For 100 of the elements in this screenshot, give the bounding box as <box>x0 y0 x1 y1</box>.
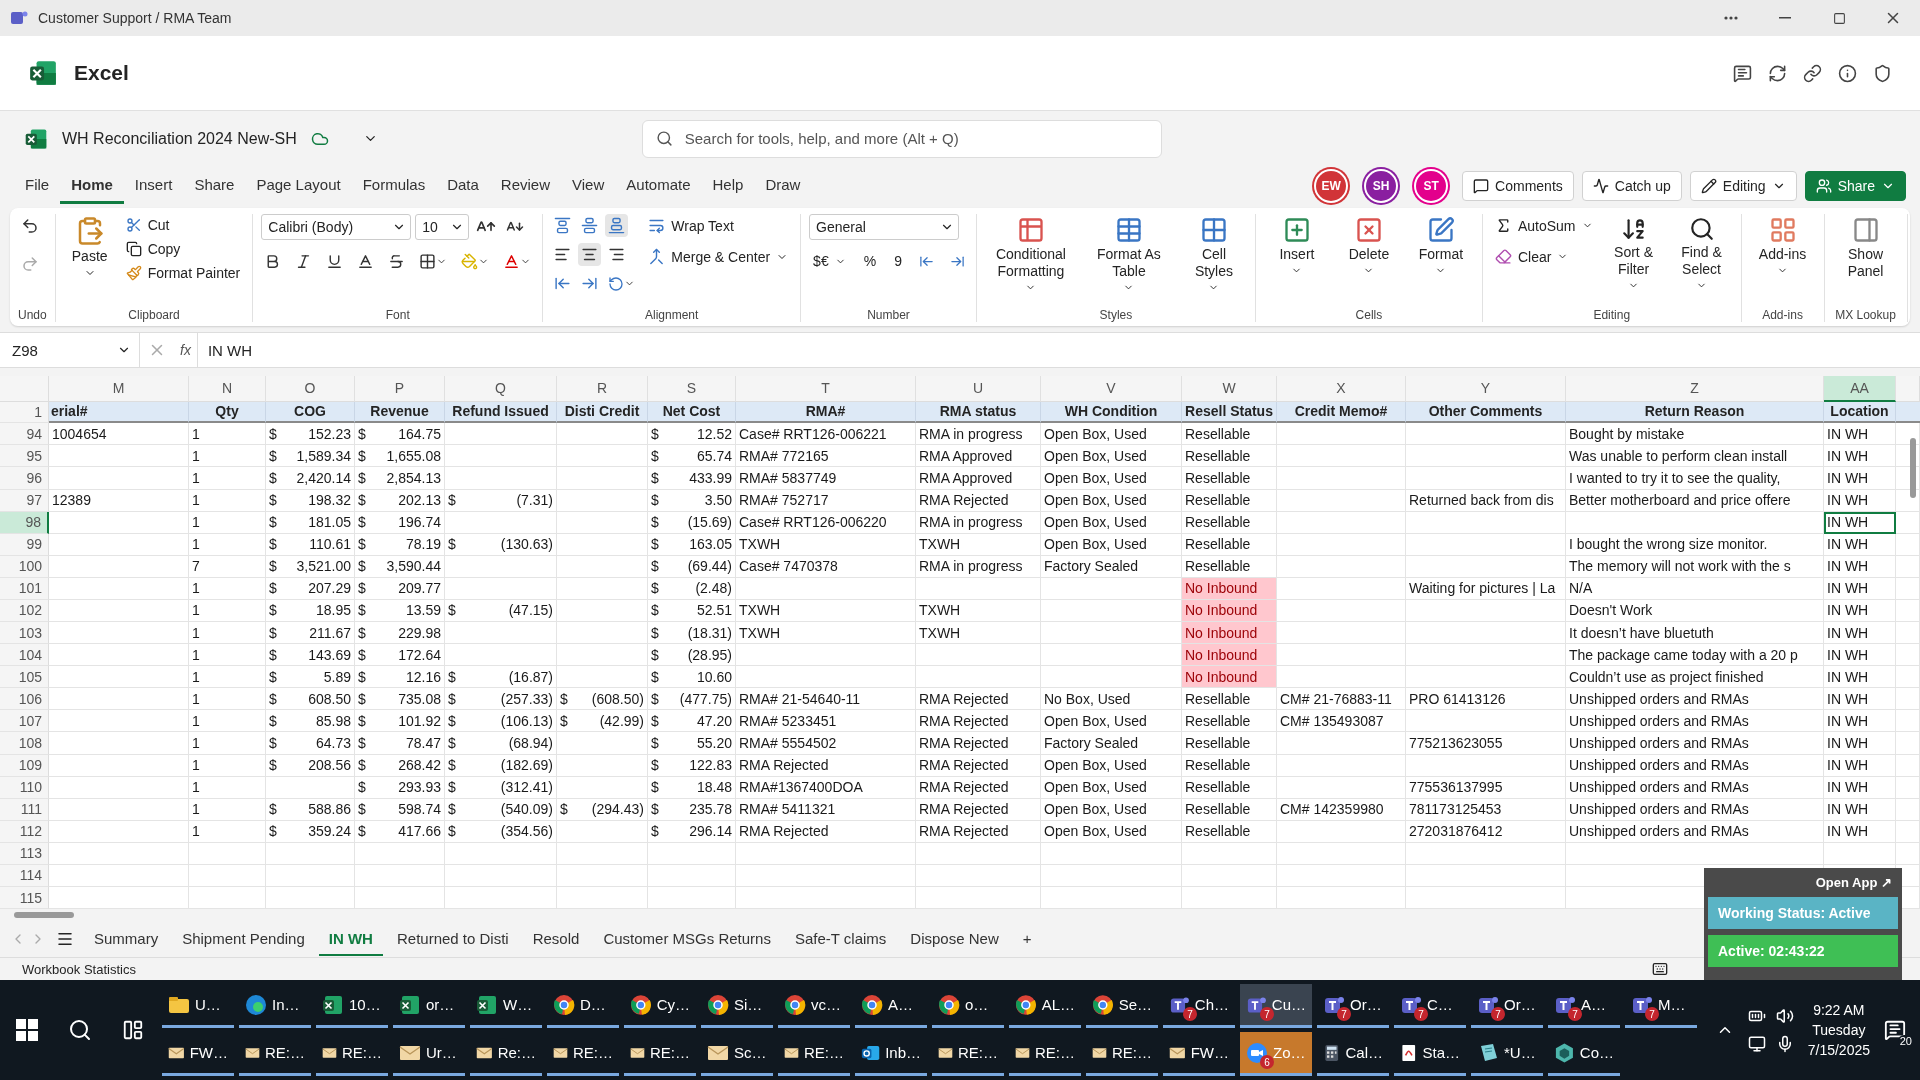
currency-button[interactable]: $€ <box>809 250 850 272</box>
column-header[interactable]: R <box>557 376 648 402</box>
shield-icon[interactable] <box>1873 63 1892 83</box>
find-select-button[interactable]: Find & Select <box>1670 214 1733 293</box>
sort-filter-button[interactable]: Sort & Filter <box>1602 214 1665 293</box>
percent-button[interactable]: % <box>859 250 881 272</box>
menu-tab[interactable]: Page Layout <box>245 168 352 204</box>
clear-button[interactable]: Clear <box>1490 245 1597 268</box>
taskbar-button[interactable]: RE:… <box>1009 1032 1081 1076</box>
row-number[interactable]: 106 <box>0 688 49 711</box>
row-number[interactable]: 113 <box>0 842 49 865</box>
merge-center-button[interactable]: Merge & Center <box>644 245 793 268</box>
function-button[interactable]: fx <box>174 342 197 358</box>
align-center-button[interactable] <box>578 243 602 266</box>
row-number[interactable]: 104 <box>0 644 49 667</box>
column-header[interactable]: T <box>736 376 916 402</box>
user-avatar[interactable]: ST <box>1416 171 1447 201</box>
column-header[interactable]: Y <box>1406 376 1566 402</box>
clock-day[interactable]: Tuesday <box>1812 1022 1866 1038</box>
autosum-button[interactable]: AutoSum <box>1490 214 1597 237</box>
taskbar-button[interactable]: U… <box>162 984 234 1028</box>
taskbar-button[interactable]: RE:… <box>316 1032 388 1076</box>
taskbar-button[interactable]: C… 7 <box>1394 984 1466 1028</box>
taskbar-button[interactable]: Se… <box>1086 984 1158 1028</box>
row-number[interactable]: 108 <box>0 732 49 755</box>
sheet-tab[interactable]: Safe-T claims <box>784 922 897 956</box>
sheet-tab[interactable]: Returned to Disti <box>386 922 519 956</box>
number-format-dropdown[interactable]: General <box>809 214 960 240</box>
clock-date[interactable]: 7/15/2025 <box>1807 1042 1870 1058</box>
menu-tab[interactable]: File <box>14 168 61 204</box>
row-number[interactable]: 105 <box>0 666 49 689</box>
copy-button[interactable]: Copy <box>121 238 245 260</box>
taskbar-button[interactable]: Cy… <box>624 984 696 1028</box>
catchup-button[interactable]: Catch up <box>1581 171 1682 201</box>
comma-style-button[interactable]: 9 <box>890 250 906 272</box>
menu-tab[interactable]: Data <box>436 168 490 204</box>
ribbon-button[interactable]: Insert <box>1263 214 1330 278</box>
menu-icon[interactable] <box>56 930 74 948</box>
search-field[interactable]: Search for tools, help, and more (Alt + Q) <box>641 119 1162 158</box>
sheet-tab[interactable]: Shipment Pending <box>172 922 315 956</box>
monitor-icon[interactable] <box>1747 1035 1766 1053</box>
column-header[interactable]: X <box>1277 376 1406 402</box>
document-title[interactable]: WH Reconciliation 2024 New-SH <box>62 129 297 148</box>
column-header[interactable]: N <box>189 376 266 402</box>
column-header[interactable]: W <box>1182 376 1277 402</box>
row-number[interactable]: 112 <box>0 820 49 843</box>
menu-tab[interactable]: View <box>561 168 616 204</box>
font-name-dropdown[interactable]: Calibri (Body) <box>261 214 412 240</box>
menu-tab[interactable]: Automate <box>615 168 702 204</box>
taskbar-button[interactable]: Or… 7 <box>1471 984 1543 1028</box>
taskbar-button[interactable]: In… <box>239 984 311 1028</box>
sheet-tab[interactable]: Dispose New <box>900 922 1009 956</box>
row-number[interactable]: 97 <box>0 489 49 512</box>
row-number[interactable]: 103 <box>0 622 49 645</box>
ribbon-button[interactable]: Conditional Formatting <box>984 214 1077 295</box>
column-header[interactable]: V <box>1041 376 1182 402</box>
sheet-tab[interactable]: Resold <box>522 922 590 956</box>
ribbon-button[interactable]: Format As Table <box>1082 214 1175 295</box>
comments-button[interactable]: Comments <box>1462 171 1574 201</box>
open-app-button[interactable]: Open App ↗ <box>1809 874 1898 891</box>
name-box[interactable]: Z98 <box>0 333 140 367</box>
link-icon[interactable] <box>1803 63 1822 83</box>
menu-tab[interactable]: Share <box>183 168 246 204</box>
row-number[interactable]: 95 <box>0 445 49 468</box>
menu-tab[interactable]: Review <box>489 168 562 204</box>
row-number[interactable]: 101 <box>0 577 49 600</box>
sheet-tab[interactable]: IN WH <box>318 922 383 956</box>
ribbon-button[interactable]: Show Panel <box>1832 214 1899 282</box>
taskbar-button[interactable]: RE:… <box>547 1032 619 1076</box>
cut-button[interactable]: Cut <box>121 214 245 236</box>
volume-icon[interactable] <box>1775 1007 1794 1025</box>
taskbar-button[interactable]: o… <box>932 984 1004 1028</box>
clock-time[interactable]: 9:22 AM <box>1813 1002 1865 1018</box>
info-icon[interactable] <box>1838 63 1857 83</box>
ribbon-button[interactable]: Delete <box>1335 214 1402 278</box>
column-header[interactable]: Z <box>1566 376 1824 402</box>
menu-tab[interactable]: Insert <box>123 168 184 204</box>
column-header[interactable]: O <box>266 376 355 402</box>
taskbar-button[interactable]: Re:… <box>470 1032 542 1076</box>
taskbar-button[interactable]: *U… <box>1471 1032 1543 1076</box>
taskbar-button[interactable]: 10… <box>316 984 388 1028</box>
format-painter-button[interactable]: Format Painter <box>121 262 245 284</box>
row-number[interactable]: 102 <box>0 599 49 623</box>
taskbar-button[interactable]: Co… <box>1548 1032 1620 1076</box>
taskbar-button[interactable]: Ur… <box>393 1032 465 1076</box>
user-avatar[interactable]: EW <box>1316 171 1347 201</box>
taskbar-button[interactable]: FW… <box>1163 1032 1235 1076</box>
start-icon[interactable] <box>16 1019 38 1041</box>
taskbar-button[interactable]: or… <box>393 984 465 1028</box>
taskbar-button[interactable]: A… <box>855 984 927 1028</box>
row-number[interactable]: 94 <box>0 423 49 446</box>
menu-tab[interactable]: Formulas <box>351 168 437 204</box>
editing-button[interactable]: Editing <box>1689 171 1797 201</box>
sheet-tab[interactable]: Summary <box>84 922 169 956</box>
taskbar-button[interactable]: RE:… <box>624 1032 696 1076</box>
task-view-icon[interactable] <box>122 1019 144 1041</box>
taskbar-button[interactable]: D… <box>547 984 619 1028</box>
taskbar-button[interactable]: Zo… 6 <box>1240 1032 1312 1076</box>
scrollbar-thumb[interactable] <box>1910 438 1916 498</box>
share-button[interactable]: Share <box>1804 171 1906 201</box>
